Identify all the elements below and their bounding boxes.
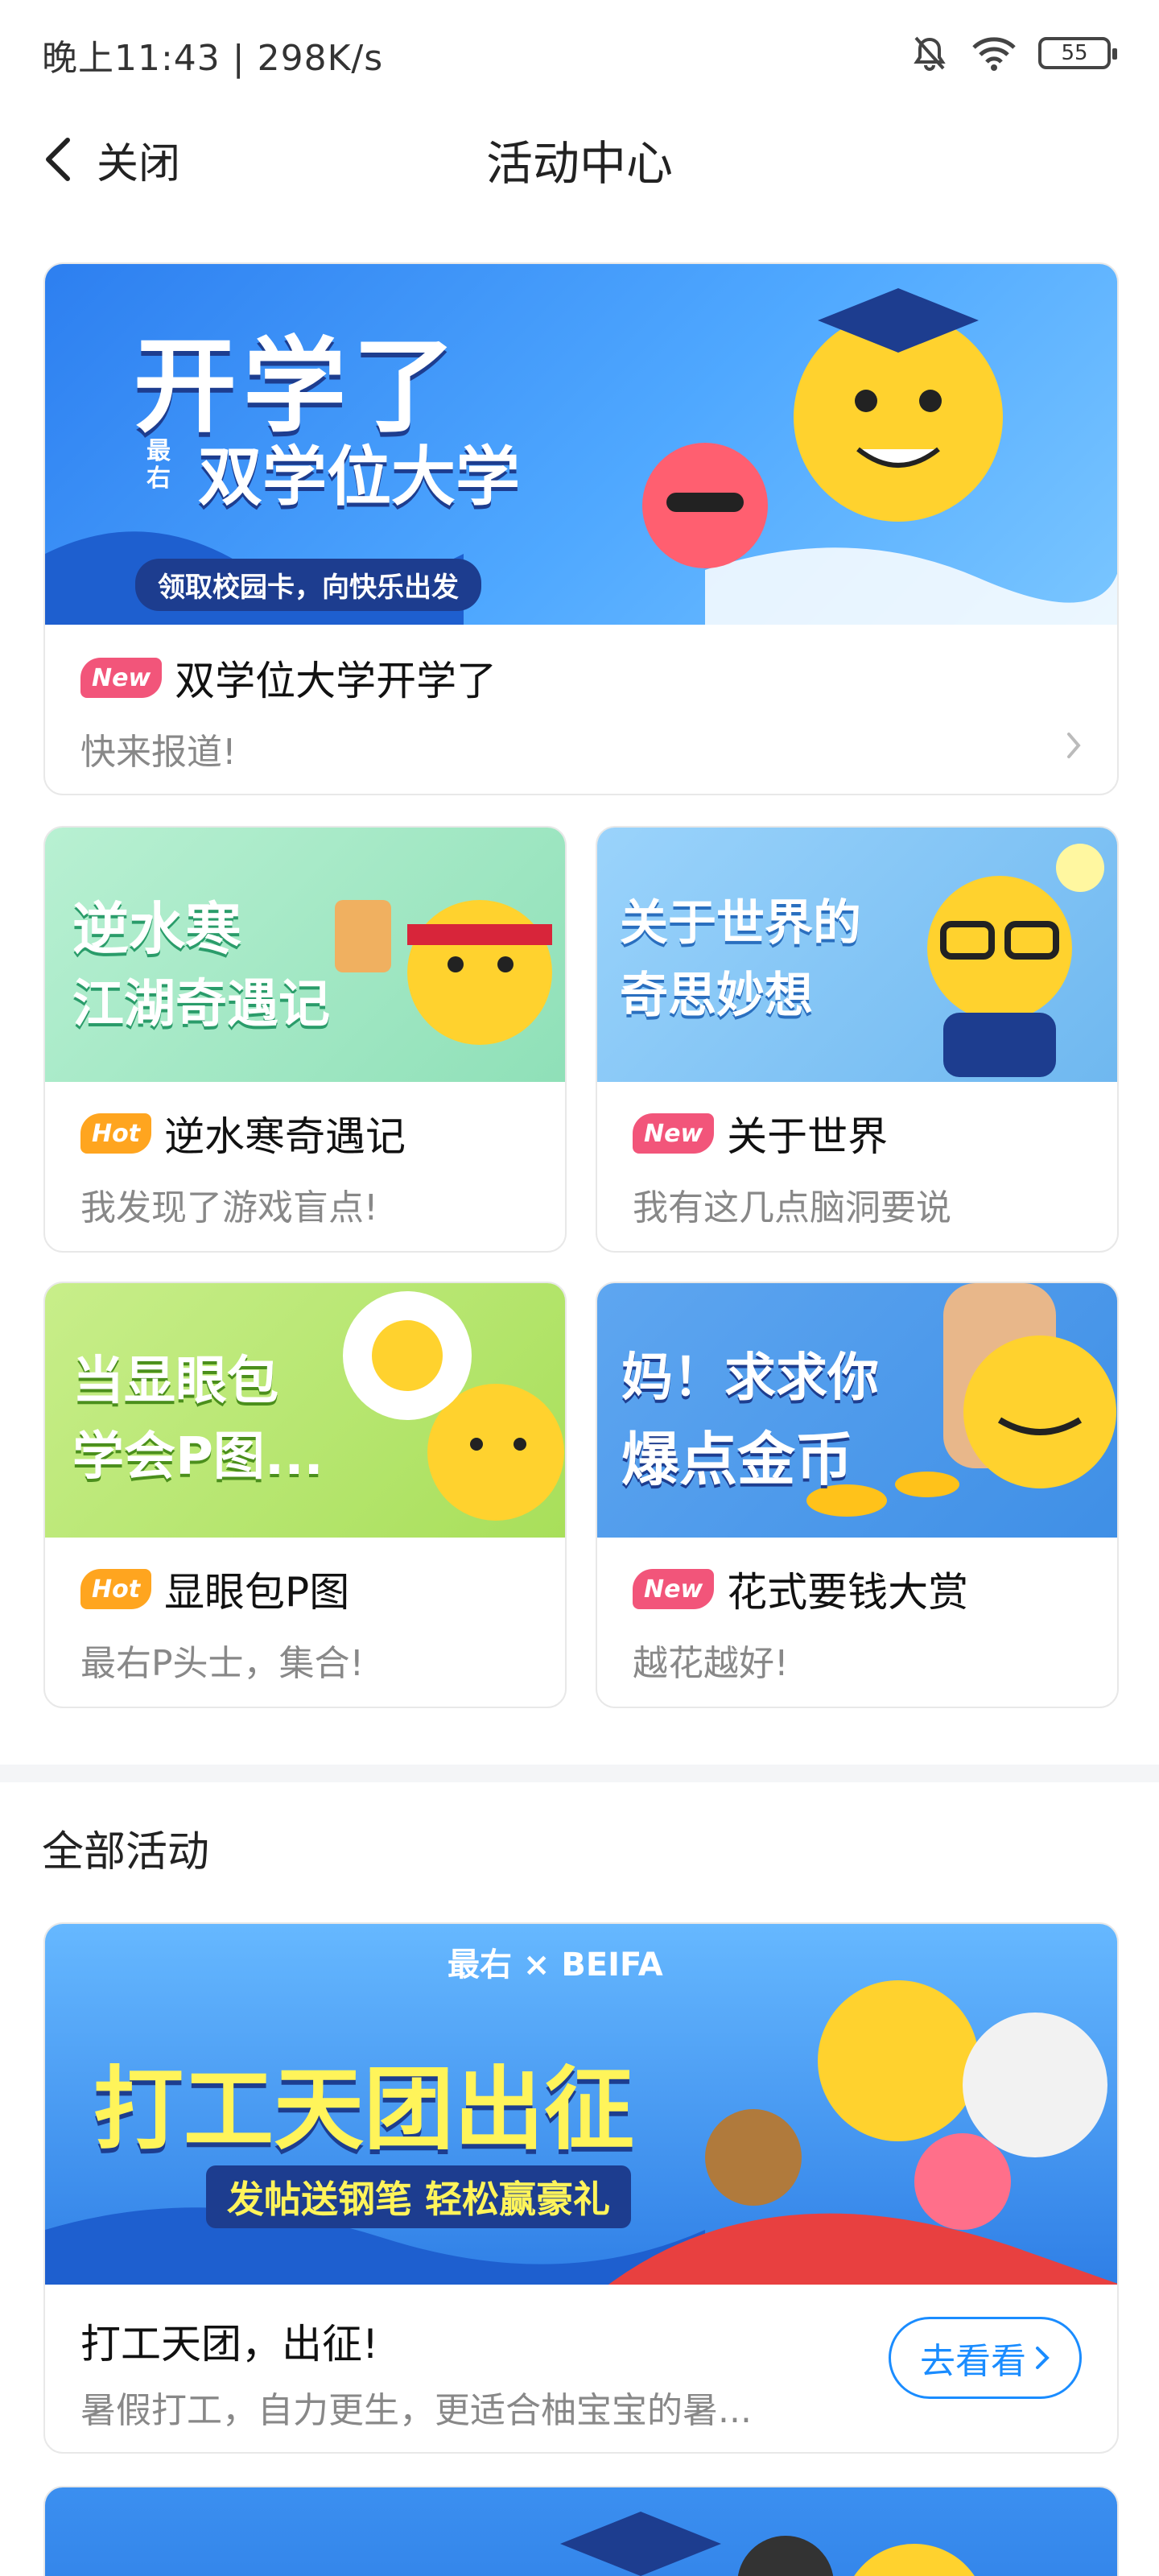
- featured-title-row: New 双学位大学开学了: [80, 649, 497, 707]
- activity-banner-line2: 爆点金币: [621, 1426, 854, 1493]
- featured-banner-slogan: 领取校园卡，向快乐出发: [135, 559, 481, 611]
- status-time-speed: 晚上11:43 | 298K/s: [42, 38, 384, 79]
- wifi-icon: [972, 37, 1016, 71]
- banner-illustration: [806, 1283, 1116, 1517]
- all-activity-title: 打工天团，出征!: [80, 2321, 379, 2368]
- activity-banner: 逆水寒 江湖奇遇记: [45, 828, 565, 1082]
- featured-activity-card[interactable]: 开学了 最右 双学位大学 领取校园卡，向快乐出发 New 双学位大学开学了 快来…: [43, 262, 1119, 795]
- all-activity-body: 打工天团，出征! 暑假打工，自力更生，更适合柚宝宝的暑... 去看看: [45, 2285, 1117, 2452]
- hot-badge: Hot: [80, 1569, 152, 1609]
- activity-banner: 关于世界的 奇思妙想: [597, 828, 1117, 1082]
- activity-title-row: Hot 显眼包P图: [80, 1560, 349, 1618]
- go-see-label: 去看看: [920, 2341, 1026, 2382]
- activity-title: 花式要钱大赏: [727, 1569, 969, 1616]
- chevron-right-icon: [1036, 2347, 1050, 2369]
- activity-card[interactable]: 逆水寒 江湖奇遇记 Hot 逆水寒奇遇记 我发现了游戏盲点!: [43, 826, 567, 1253]
- activity-title: 逆水寒奇遇记: [164, 1113, 406, 1160]
- all-activity-banner: 最右 × BEIFA 打工天团出征 发帖送钢笔 轻松赢豪礼: [45, 1924, 1117, 2285]
- all-activity-banner-slogan: 发帖送钢笔 轻松赢豪礼: [206, 2165, 632, 2228]
- battery-icon: 55: [1038, 37, 1117, 69]
- banner-illustration: [560, 2512, 975, 2576]
- featured-subtitle: 快来报道!: [80, 732, 237, 773]
- activity-title-row: New 花式要钱大赏: [633, 1560, 968, 1618]
- activity-banner-line1: 当显眼包: [72, 1352, 278, 1411]
- activity-banner-line2: 江湖奇遇记: [72, 975, 330, 1034]
- activity-subtitle: 越花越好!: [633, 1643, 789, 1684]
- activity-subtitle: 最右P头士，集合!: [80, 1643, 365, 1684]
- activity-subtitle: 我发现了游戏盲点!: [80, 1187, 378, 1228]
- banner-illustration: [927, 844, 1104, 1077]
- activity-card[interactable]: 当显眼包 学会P图... Hot 显眼包P图 最右P头士，集合!: [43, 1282, 567, 1708]
- chevron-right-icon: [1067, 733, 1081, 758]
- all-activity-banner-title: 打工天团出征: [93, 2058, 634, 2162]
- activity-title: 显眼包P图: [164, 1569, 350, 1616]
- activity-banner-line1: 关于世界的: [620, 895, 861, 952]
- all-activity-banner-brand: 最右 × BEIFA: [448, 1946, 663, 1984]
- section-title: 全部活动: [42, 1828, 210, 1876]
- go-see-button[interactable]: 去看看: [889, 2317, 1082, 2399]
- featured-title: 双学位大学开学了: [175, 658, 497, 704]
- page-title: 活动中心: [485, 136, 673, 191]
- mute-bell-icon: [914, 36, 946, 71]
- new-badge: New: [633, 1113, 715, 1154]
- featured-banner-brand: 最右: [146, 437, 171, 493]
- activity-title: 关于世界: [727, 1113, 889, 1160]
- activity-card[interactable]: 妈！求求你 爆点金币 New 花式要钱大赏 越花越好!: [596, 1282, 1119, 1708]
- new-badge: New: [633, 1569, 715, 1609]
- hot-badge: Hot: [80, 1113, 152, 1154]
- all-activity-card-next[interactable]: [43, 2486, 1119, 2576]
- all-activity-card[interactable]: 最右 × BEIFA 打工天团出征 发帖送钢笔 轻松赢豪礼 打工天团，出征! 暑…: [43, 1922, 1119, 2454]
- activity-banner-line1: 妈！求求你: [621, 1348, 879, 1408]
- featured-banner-subtitle: 双学位大学: [198, 440, 520, 514]
- activity-card[interactable]: 关于世界的 奇思妙想 New 关于世界 我有这几点脑洞要说: [596, 826, 1119, 1253]
- status-bar: 晚上11:43 | 298K/s 55: [0, 0, 1159, 105]
- all-activity-banner-next: [45, 2487, 1117, 2576]
- section-divider: [0, 1765, 1159, 1782]
- activity-banner-line2: 学会P图...: [72, 1427, 324, 1487]
- activity-banner: 当显眼包 学会P图...: [45, 1283, 565, 1538]
- status-icons: 55: [909, 31, 1117, 76]
- top-nav: 关闭 活动中心: [0, 105, 1159, 217]
- new-badge: New: [80, 658, 163, 698]
- battery-level: 55: [1061, 41, 1088, 65]
- featured-banner: 开学了 最右 双学位大学 领取校园卡，向快乐出发: [45, 264, 1117, 625]
- activity-subtitle: 我有这几点脑洞要说: [633, 1187, 951, 1228]
- all-activity-subtitle: 暑假打工，自力更生，更适合柚宝宝的暑...: [80, 2390, 752, 2431]
- activity-title-row: New 关于世界: [633, 1104, 888, 1162]
- activity-title-row: Hot 逆水寒奇遇记: [80, 1104, 406, 1162]
- activity-banner-line1: 逆水寒: [72, 896, 241, 962]
- activity-banner: 妈！求求你 爆点金币: [597, 1283, 1117, 1538]
- activity-banner-line2: 奇思妙想: [620, 968, 813, 1024]
